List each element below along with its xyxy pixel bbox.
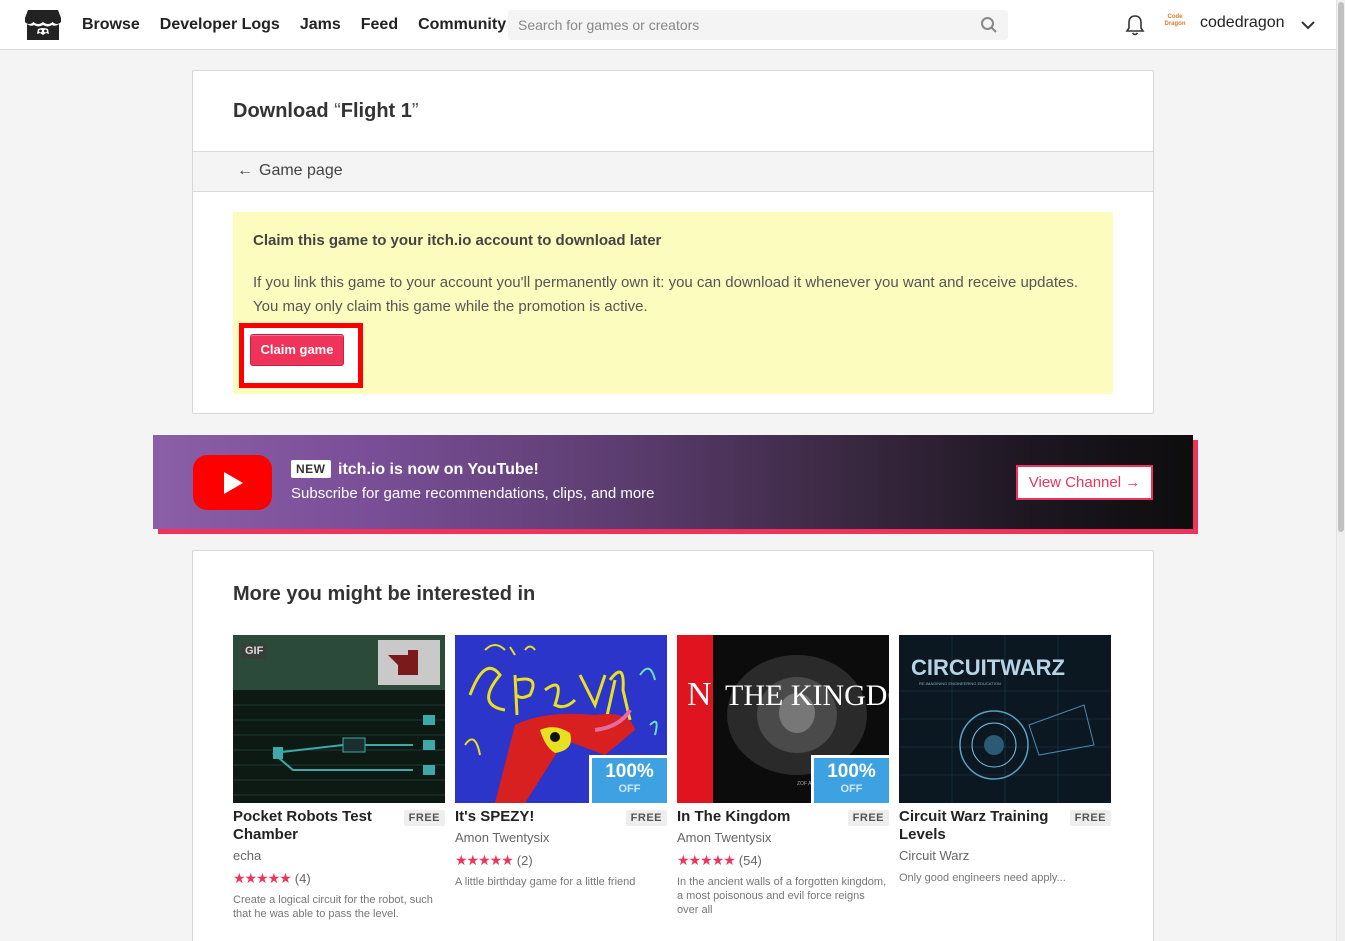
claim-game-button[interactable]: Claim game (250, 334, 344, 366)
game-rating: ★★★★★ (2) (455, 852, 533, 869)
star-rating-icon: ★★★★★ (677, 852, 736, 868)
gif-badge: GIF (241, 643, 268, 659)
discount-label: OFF (618, 783, 641, 795)
chevron-down-icon[interactable] (1300, 17, 1316, 33)
claim-promo-box: Claim this game to your itch.io account … (233, 212, 1113, 394)
search-input[interactable] (508, 10, 968, 40)
main-nav: Browse Developer Logs Jams Feed Communit… (82, 0, 526, 50)
top-navigation-bar: Browse Developer Logs Jams Feed Communit… (0, 0, 1345, 50)
search-icon[interactable] (980, 16, 998, 34)
nav-community[interactable]: Community (418, 16, 506, 34)
svg-text:THE KINGDOM: THE KINGDOM (725, 679, 889, 712)
youtube-play-icon (193, 455, 272, 510)
open-quote: “ (334, 100, 341, 122)
svg-text:N: N (687, 676, 712, 713)
discount-badge: 100% OFF (589, 755, 667, 803)
recommendations-heading: More you might be interested in (233, 583, 536, 605)
username-label[interactable]: codedragon (1200, 14, 1285, 32)
new-badge: NEW (291, 460, 331, 478)
youtube-title: itch.io is now on YouTube! (338, 461, 539, 478)
rating-count: (2) (516, 853, 533, 868)
game-thumbnail[interactable]: 100% OFF (455, 635, 667, 803)
recommendations-card: More you might be interested in GIF Pock… (192, 550, 1154, 941)
price-badge: FREE (1069, 810, 1111, 826)
game-thumbnail[interactable]: CIRCUITWARZ RE-IMAGINING ENGINEERING EDU… (899, 635, 1111, 803)
price-badge: FREE (625, 810, 667, 826)
game-description: Create a logical circuit for the robot, … (233, 894, 433, 920)
itchio-logo-icon[interactable] (24, 6, 62, 44)
star-rating-icon: ★★★★★ (233, 870, 292, 886)
youtube-banner[interactable]: NEW itch.io is now on YouTube! Subscribe… (153, 435, 1193, 529)
game-description: Only good engineers need apply... (899, 872, 1066, 884)
game-name: Flight 1 (340, 100, 412, 122)
game-thumbnail[interactable]: GIF (233, 635, 445, 803)
page-title: Download “Flight 1” (233, 100, 419, 123)
game-description: In the ancient walls of a forgotten king… (677, 876, 887, 916)
game-rating: ★★★★★ (54) (677, 852, 762, 869)
view-channel-button[interactable]: View Channel → (1016, 465, 1153, 500)
page-scrollbar[interactable] (1336, 0, 1345, 941)
title-prefix: Download (233, 100, 329, 122)
game-thumbnail[interactable]: N THE KINGDOM ZOF AMON26 100% OFF (677, 635, 889, 803)
price-badge: FREE (847, 810, 889, 826)
discount-label: OFF (840, 783, 863, 795)
arrow-left-icon: ← (237, 162, 253, 179)
discount-badge: 100% OFF (811, 755, 889, 803)
rating-count: (4) (294, 871, 311, 886)
game-description: A little birthday game for a little frie… (455, 876, 636, 888)
game-author[interactable]: Circuit Warz (899, 848, 969, 863)
game-title[interactable]: It's SPEZY! (455, 808, 615, 826)
price-badge: FREE (403, 810, 445, 826)
game-author[interactable]: echa (233, 848, 261, 863)
star-rating-icon: ★★★★★ (455, 852, 514, 868)
notifications-bell-icon[interactable] (1125, 14, 1145, 36)
search-box (508, 10, 1008, 40)
claim-heading: Claim this game to your itch.io account … (253, 232, 662, 249)
discount-percent: 100% (827, 761, 876, 782)
svg-text:CIRCUITWARZ: CIRCUITWARZ (911, 655, 1065, 680)
svg-text:RE-IMAGINING ENGINEERING EDUCA: RE-IMAGINING ENGINEERING EDUCATION (919, 681, 1001, 686)
download-card: Download “Flight 1” ← Game page Claim th… (192, 70, 1154, 414)
rating-count: (54) (738, 853, 762, 868)
game-rating: ★★★★★ (4) (233, 870, 311, 887)
game-page-bar: ← Game page (193, 151, 1153, 192)
close-quote: ” (411, 100, 419, 122)
claim-button-highlight: Claim game (239, 323, 363, 388)
game-title[interactable]: Pocket Robots Test Chamber (233, 808, 393, 844)
game-page-link[interactable]: ← Game page (237, 162, 343, 180)
game-author[interactable]: Amon Twentysix (677, 830, 771, 845)
game-page-label: Game page (259, 162, 343, 179)
game-author[interactable]: Amon Twentysix (455, 830, 549, 845)
game-title[interactable]: In The Kingdom (677, 808, 837, 826)
discount-percent: 100% (605, 761, 654, 782)
scrollbar-thumb[interactable] (1338, 2, 1344, 532)
nav-browse[interactable]: Browse (82, 16, 140, 34)
nav-developer-logs[interactable]: Developer Logs (160, 16, 280, 34)
nav-feed[interactable]: Feed (361, 16, 398, 34)
game-title[interactable]: Circuit Warz Training Levels (899, 808, 1059, 844)
claim-description: If you link this game to your account yo… (253, 274, 1078, 315)
youtube-subtitle: Subscribe for game recommendations, clip… (291, 485, 655, 502)
nav-jams[interactable]: Jams (300, 16, 341, 34)
user-avatar[interactable]: Code Dragon (1160, 14, 1190, 36)
